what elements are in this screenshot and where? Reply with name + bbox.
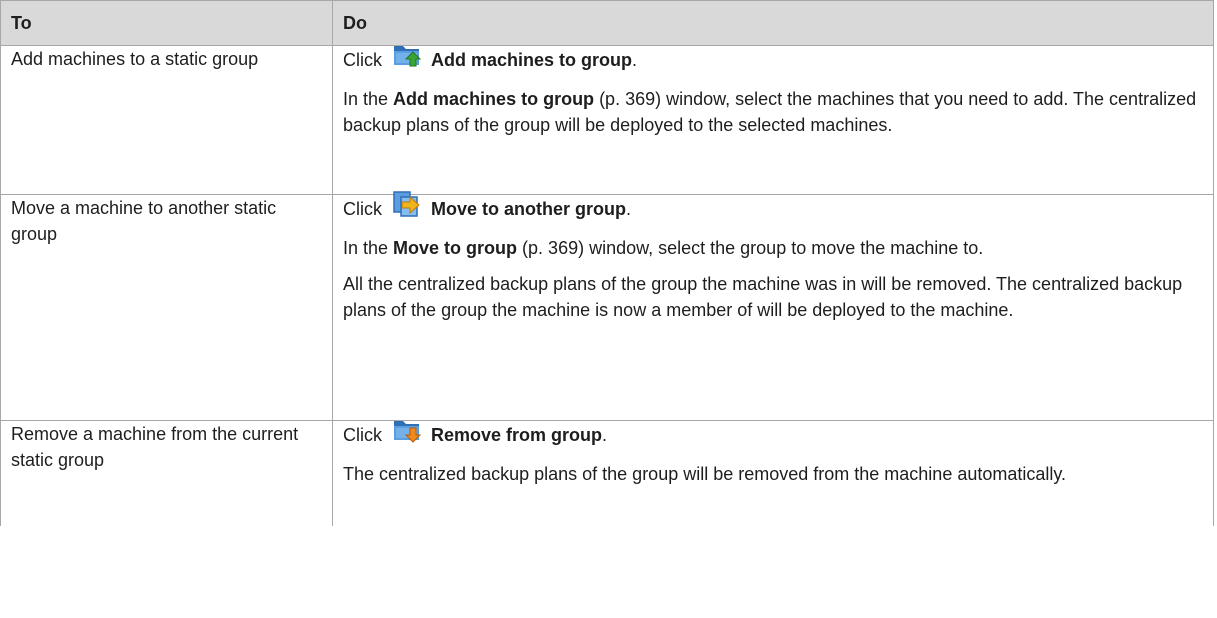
table-row: Move a machine to another static group C…: [0, 191, 1214, 421]
action-label: Move to another group: [431, 198, 626, 219]
description: All the centralized backup plans of the …: [343, 274, 1183, 320]
action-label: Add machines to group: [431, 49, 633, 70]
to-cell: Move a machine to another static group: [0, 194, 333, 421]
do-cell: Click Move to another group. In the Move…: [332, 191, 1214, 421]
click-word: Click: [343, 49, 382, 70]
action-label: Remove from group: [431, 424, 603, 445]
remove-from-group-icon: [392, 414, 422, 444]
click-instruction: Click Move to another group.: [343, 191, 1203, 227]
description: The centralized backup plans of the grou…: [343, 464, 1067, 484]
add-to-group-icon: [392, 39, 422, 69]
click-instruction: Click Remove from group.: [343, 417, 1203, 453]
do-cell: Click Add machines to group. In the Add …: [332, 45, 1214, 195]
to-cell: Remove a machine from the current static…: [0, 420, 333, 526]
click-word: Click: [343, 198, 382, 219]
header-do: Do: [332, 0, 1214, 46]
to-text: Add machines to a static group: [11, 49, 259, 69]
to-cell: Add machines to a static group: [0, 45, 333, 195]
click-instruction: Click Add machines to group.: [343, 42, 1203, 78]
to-text: Move a machine to another static group: [11, 198, 277, 244]
click-word: Click: [343, 424, 382, 445]
description: In the Add machines to group (p. 369) wi…: [343, 89, 1197, 135]
header-to: To: [0, 0, 333, 46]
to-text: Remove a machine from the current static…: [11, 424, 299, 470]
table-header-row: To Do: [0, 0, 1214, 46]
actions-table: To Do Add machines to a static group Cli…: [0, 0, 1214, 526]
description: In the Move to group (p. 369) window, se…: [343, 238, 984, 258]
table-row: Add machines to a static group Click Add…: [0, 45, 1214, 195]
table-row: Remove a machine from the current static…: [0, 420, 1214, 526]
move-to-group-icon: [392, 188, 422, 218]
do-cell: Click Remove from group. The centralized…: [332, 420, 1214, 526]
